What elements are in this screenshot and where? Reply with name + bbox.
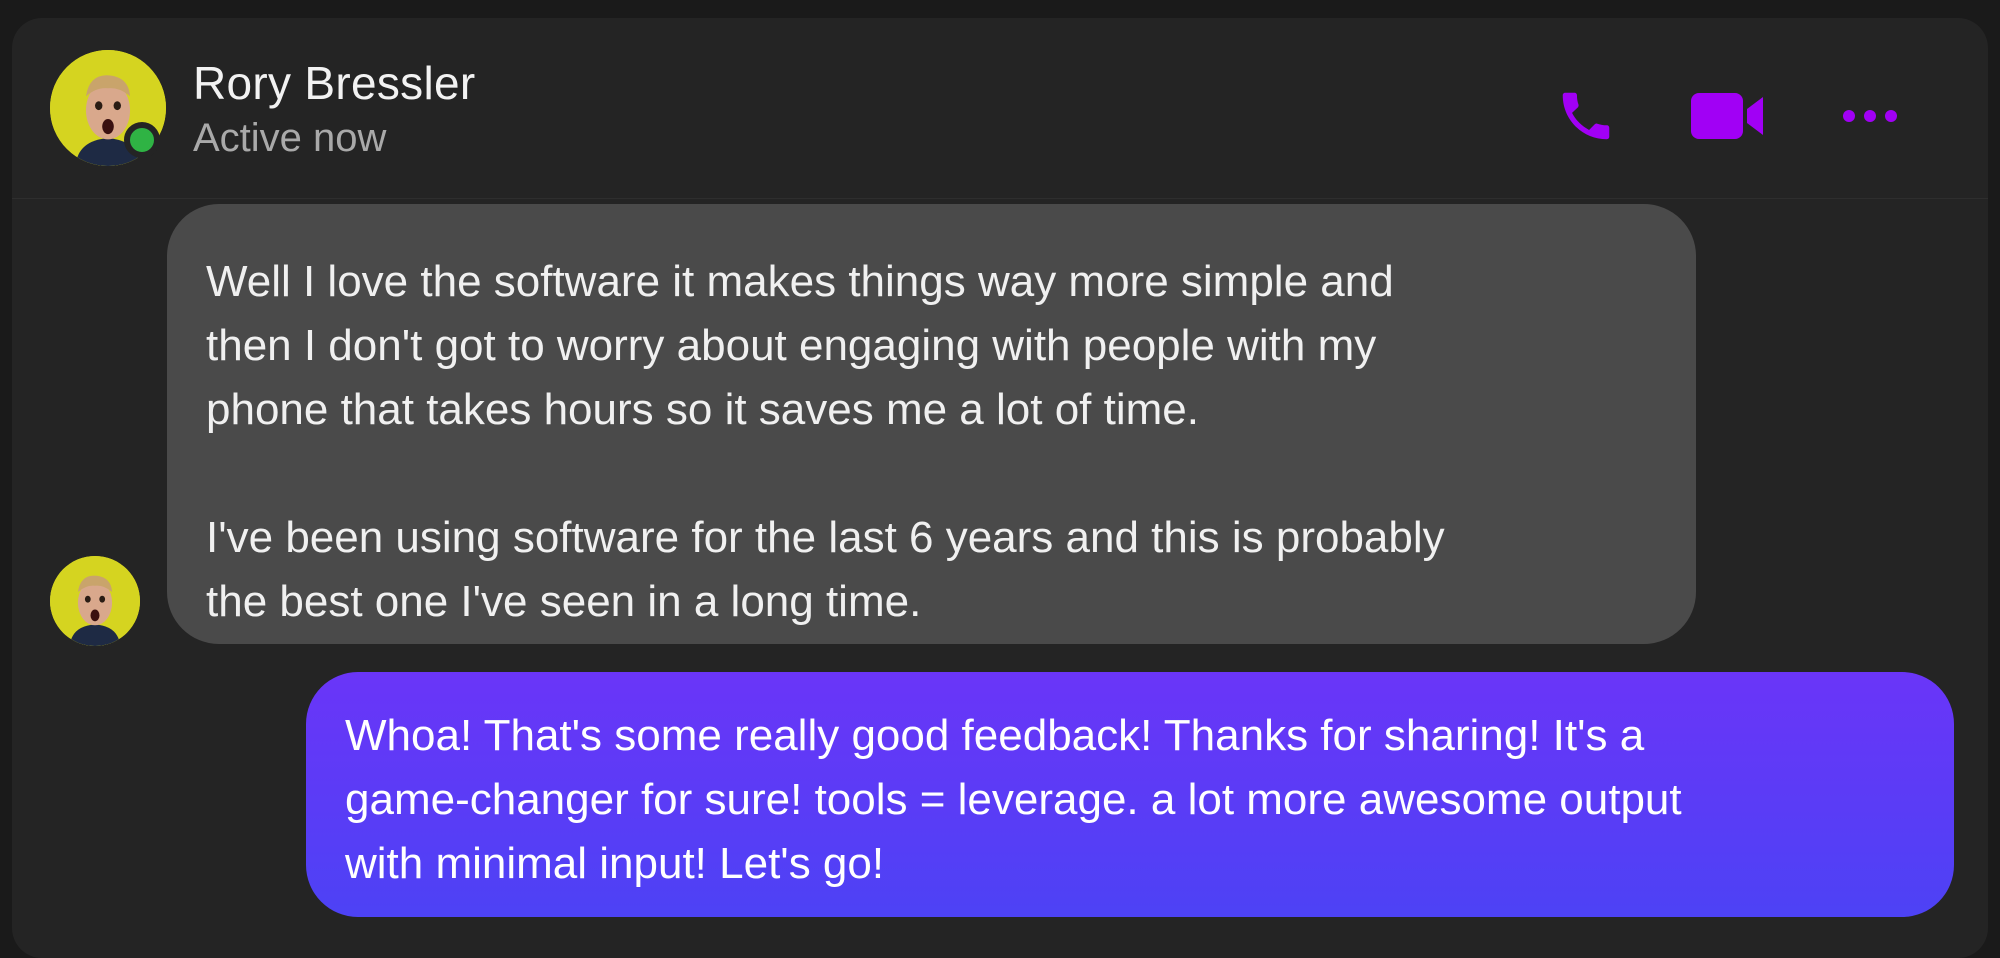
more-dots-icon [1843, 110, 1897, 122]
contact-name[interactable]: Rory Bressler [193, 56, 476, 110]
call-button[interactable] [1548, 78, 1624, 154]
online-status-dot [124, 122, 160, 158]
video-camera-icon [1691, 93, 1763, 139]
chat-window: Rory Bressler Active now Well I love the… [12, 18, 1988, 958]
outgoing-message-bubble[interactable]: Whoa! That's some really good feedback! … [306, 672, 1954, 917]
video-call-button[interactable] [1690, 78, 1766, 154]
phone-icon [1562, 92, 1610, 140]
incoming-message-bubble[interactable]: Well I love the software it makes things… [167, 204, 1696, 644]
chat-header: Rory Bressler Active now [12, 18, 1988, 199]
avatar-photo [50, 556, 140, 646]
more-options-button[interactable] [1832, 78, 1908, 154]
message-sender-avatar[interactable] [50, 556, 140, 646]
contact-status: Active now [193, 116, 387, 160]
